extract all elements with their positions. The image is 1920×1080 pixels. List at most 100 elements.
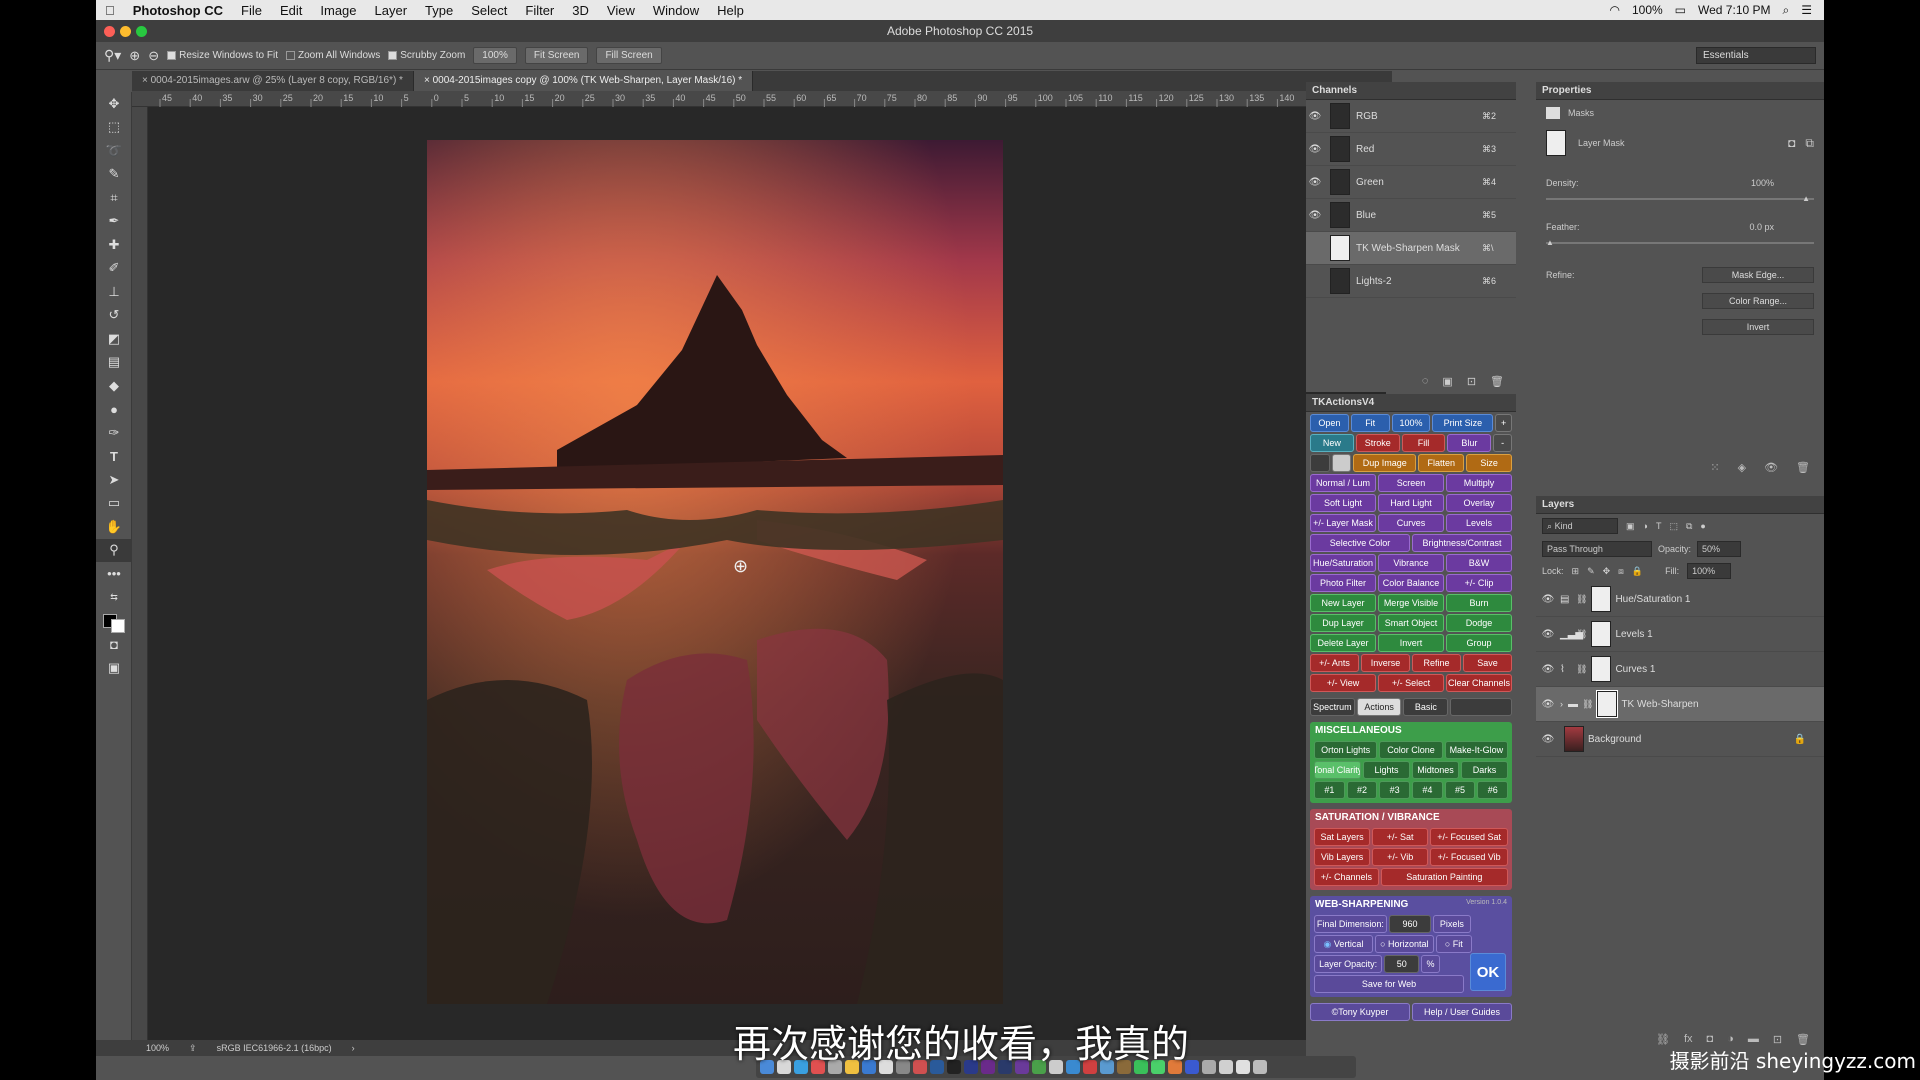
tk-photo-filter-button[interactable]: Photo Filter xyxy=(1310,574,1376,592)
quick-mask-icon[interactable]: ◘ xyxy=(96,633,132,657)
trash-icon[interactable]: 🗑 xyxy=(1490,375,1504,388)
link-layers-icon[interactable]: ⛓ xyxy=(1656,1033,1670,1046)
tk-preset-4-button[interactable]: #4 xyxy=(1412,781,1443,799)
final-dimension-input[interactable]: 960 xyxy=(1388,915,1432,933)
tab-basic[interactable]: Basic xyxy=(1403,698,1449,716)
path-select-tool-icon[interactable]: ➤ xyxy=(96,468,132,492)
channel-row-lights2[interactable]: Lights-2 ⌘6 xyxy=(1306,265,1516,298)
wifi-icon[interactable]: ◠ xyxy=(1609,3,1619,17)
fit-screen-button[interactable]: Fit Screen xyxy=(524,47,589,64)
zoom-in-icon[interactable]: ⊕ xyxy=(129,48,140,64)
tk-soft-light-button[interactable]: Soft Light xyxy=(1310,494,1376,512)
crop-tool-icon[interactable]: ⌗ xyxy=(96,186,132,210)
search-icon[interactable]: ⌕ xyxy=(1783,3,1790,18)
density-value[interactable]: 100% xyxy=(1751,178,1774,188)
menu-filter[interactable]: Filter xyxy=(516,3,563,18)
feather-slider[interactable]: ▲ xyxy=(1546,238,1814,247)
tk-focused-vib-button[interactable]: +/- Focused Vib xyxy=(1430,848,1509,866)
lock-position-icon[interactable]: ✥ xyxy=(1603,566,1611,577)
eyedropper-tool-icon[interactable]: ✒ xyxy=(96,210,132,234)
tk-color-clone-button[interactable]: Color Clone xyxy=(1379,741,1443,759)
apply-mask-icon[interactable]: ◈ xyxy=(1738,461,1746,474)
minimize-window-button[interactable] xyxy=(120,26,131,37)
delete-mask-icon[interactable]: 🗑 xyxy=(1796,461,1810,474)
zoom-100-button[interactable]: 100% xyxy=(473,47,517,64)
app-menu[interactable]: Photoshop CC xyxy=(124,3,232,18)
tk-invert-button[interactable]: Invert xyxy=(1378,634,1444,652)
tk-size-button[interactable]: Size xyxy=(1466,454,1513,472)
dodge-tool-icon[interactable]: ● xyxy=(96,398,132,422)
visibility-eye-icon[interactable]: 👁 xyxy=(1306,144,1324,155)
tk-flatten-button[interactable]: Flatten xyxy=(1418,454,1465,472)
tk-vib-layers-button[interactable]: Vib Layers xyxy=(1314,848,1371,866)
tk-curves-button[interactable]: Curves xyxy=(1378,514,1444,532)
tk-make-it-glow-button[interactable]: Make-It-Glow xyxy=(1444,741,1508,759)
adjustment-filter-icon[interactable]: ◑ xyxy=(1643,521,1648,531)
zoom-all-checkbox[interactable] xyxy=(286,51,296,60)
trash-icon[interactable] xyxy=(1253,1060,1267,1074)
menu-help[interactable]: Help xyxy=(708,3,753,18)
layer-row-curves[interactable]: 👁 ⌇ ⛓ Curves 1 xyxy=(1536,652,1824,687)
document-image[interactable] xyxy=(427,140,1003,1004)
blend-mode-select[interactable]: Pass Through xyxy=(1542,541,1652,557)
visibility-eye-icon[interactable]: 👁 xyxy=(1306,210,1324,221)
channel-row-rgb[interactable]: 👁 RGB ⌘2 xyxy=(1306,100,1516,133)
tk-clip-button[interactable]: +/- Clip xyxy=(1446,574,1512,592)
quick-select-tool-icon[interactable]: ✎ xyxy=(96,163,132,187)
tab-document-1[interactable]: × 0004-2015images.arw @ 25% (Layer 8 cop… xyxy=(132,71,414,91)
tkactions-panel-title[interactable]: TKActionsV4 xyxy=(1306,394,1516,412)
tab-actions[interactable]: Actions xyxy=(1356,698,1402,716)
tk-focused-sat-button[interactable]: +/- Focused Sat xyxy=(1430,828,1509,846)
clock[interactable]: Wed 7:10 PM xyxy=(1698,3,1770,17)
tk-sat-layers-button[interactable]: Sat Layers xyxy=(1314,828,1371,846)
tk-normal-lum-button[interactable]: Normal / Lum xyxy=(1310,474,1376,492)
zoom-level[interactable]: 100% xyxy=(146,1043,169,1053)
healing-brush-tool-icon[interactable]: ✚ xyxy=(96,233,132,257)
resize-windows-checkbox[interactable] xyxy=(167,51,177,60)
tk-delete-layer-button[interactable]: Delete Layer xyxy=(1310,634,1376,652)
tab-spectrum[interactable]: Spectrum xyxy=(1310,698,1355,716)
dock-app-icon[interactable] xyxy=(1219,1060,1233,1074)
channel-row-blue[interactable]: 👁 Blue ⌘5 xyxy=(1306,199,1516,232)
save-for-web-button[interactable]: Save for Web xyxy=(1314,975,1464,993)
tk-100-button[interactable]: 100% xyxy=(1391,414,1431,432)
zoom-window-button[interactable] xyxy=(136,26,147,37)
lock-transparent-icon[interactable]: ⊞ xyxy=(1572,566,1580,577)
screen-mode-icon[interactable]: ▣ xyxy=(96,656,132,680)
history-brush-tool-icon[interactable]: ↺ xyxy=(96,304,132,328)
blur-tool-icon[interactable]: ◆ xyxy=(96,374,132,398)
tk-minus-button[interactable]: - xyxy=(1493,434,1512,452)
lasso-tool-icon[interactable]: ➰ xyxy=(96,139,132,163)
tk-inverse-button[interactable]: Inverse xyxy=(1361,654,1410,672)
status-arrow-icon[interactable]: › xyxy=(352,1043,355,1053)
menu-file[interactable]: File xyxy=(232,3,271,18)
tk-plus-button[interactable]: + xyxy=(1495,414,1512,432)
layers-panel-title[interactable]: Layers xyxy=(1536,496,1824,514)
more-tools-icon[interactable]: ••• xyxy=(96,562,132,586)
tk-merge-visible-button[interactable]: Merge Visible xyxy=(1378,594,1444,612)
workspace-select[interactable]: Essentials xyxy=(1696,47,1816,64)
tk-refine-button[interactable]: Refine xyxy=(1412,654,1461,672)
tk-bw-button[interactable]: B&W xyxy=(1446,554,1512,572)
tk-hue-saturation-button[interactable]: Hue/Saturation xyxy=(1310,554,1376,572)
kind-filter-select[interactable]: ⌕ Kind xyxy=(1542,518,1618,534)
tk-preset-3-button[interactable]: #3 xyxy=(1379,781,1411,799)
menu-layer[interactable]: Layer xyxy=(366,3,417,18)
visibility-eye-icon[interactable]: 👁 xyxy=(1536,629,1560,640)
move-tool-icon[interactable]: ✥ xyxy=(96,92,132,116)
vector-mask-icon[interactable]: ⧉ xyxy=(1805,136,1814,151)
zoom-tool-icon[interactable]: ⚲▾ xyxy=(104,47,121,64)
layer-row-background[interactable]: 👁 Background 🔒 xyxy=(1536,722,1824,757)
close-tab-icon[interactable]: × xyxy=(424,75,433,86)
ok-button[interactable]: OK xyxy=(1470,953,1506,991)
tk-select-button[interactable]: +/- Select xyxy=(1378,674,1444,692)
tk-new-button[interactable]: New xyxy=(1310,434,1354,452)
selection-from-mask-icon[interactable]: ⁙ xyxy=(1710,461,1719,474)
tk-fit-button[interactable]: Fit xyxy=(1350,414,1390,432)
marquee-tool-icon[interactable]: ⬚ xyxy=(96,116,132,140)
scrubby-zoom-checkbox[interactable] xyxy=(388,51,398,60)
tk-tonal-clarity-button[interactable]: Tonal Clarity xyxy=(1314,761,1361,779)
layer-row-hue-saturation[interactable]: 👁 ▤ ⛓ Hue/Saturation 1 xyxy=(1536,582,1824,617)
tk-multiply-button[interactable]: Multiply xyxy=(1446,474,1512,492)
apple-menu[interactable]:  xyxy=(96,3,124,18)
